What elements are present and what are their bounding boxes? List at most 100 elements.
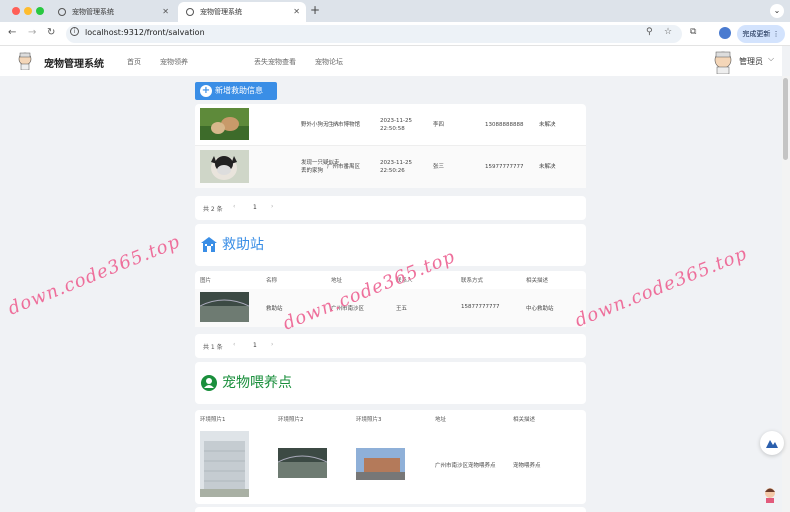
column-header: 联系方式 [461, 278, 484, 284]
column-header: 相关描述 [526, 278, 549, 284]
environment-photo [200, 431, 249, 497]
update-button[interactable]: 完成更新 ⋮ [737, 25, 785, 43]
nav-item-home[interactable]: 首页 [127, 57, 141, 67]
table-row[interactable]: 救助站 广州市南沙区 王五 15877777777 中心救助站 [195, 289, 586, 327]
watermark: down.code365.top [5, 231, 184, 320]
feeding-table: 环境照片1 环境照片2 环境照片3 地址 相关描述 广州市南沙区宠物喂养点 宠物… [195, 410, 586, 504]
next-section-card [195, 507, 586, 512]
page-number[interactable]: 1 [253, 204, 257, 211]
feeding-desc: 宠物喂养点 [513, 463, 541, 469]
tab-title: 宠物管理系统 [200, 8, 242, 16]
feeding-address: 广州市南沙区宠物喂养点 [435, 463, 496, 469]
rescue-status: 未解决 [539, 121, 556, 128]
column-header: 名称 [266, 278, 278, 284]
rescue-location: 广州市博物馆 [327, 121, 361, 128]
pagination-total: 共 1 条 [203, 344, 223, 351]
globe-icon [186, 8, 194, 16]
next-page-icon[interactable]: › [271, 341, 273, 348]
add-rescue-label: 新增救助信息 [215, 86, 263, 95]
scrollbar-thumb[interactable] [783, 78, 788, 160]
column-header: 图片 [200, 278, 212, 284]
prev-page-icon[interactable]: ‹ [233, 341, 235, 348]
pagination: 共 1 条 ‹ 1 › [195, 334, 586, 358]
watermark: down.code365.top [572, 243, 751, 332]
prev-page-icon[interactable]: ‹ [233, 203, 235, 210]
table-row[interactable]: 广州市南沙区宠物喂养点 宠物喂养点 [195, 428, 586, 504]
floating-assistant-button[interactable] [760, 431, 784, 455]
browser-toolbar: ← → ↻ i localhost:9312/front/salvation ⚲… [0, 22, 790, 46]
close-tab-icon[interactable]: ✕ [162, 2, 169, 22]
column-header: 环境照片2 [278, 417, 304, 423]
station-desc: 中心救助站 [526, 306, 554, 312]
address-bar[interactable]: i localhost:9312/front/salvation ⚲ ☆ [66, 25, 682, 43]
rescue-phone: 15977777777 [485, 163, 524, 170]
avatar[interactable] [712, 50, 734, 74]
rescue-location: 广州市番禺区 [327, 163, 361, 170]
browser-tab-active[interactable]: 宠物管理系统 ✕ [178, 2, 306, 22]
next-page-icon[interactable]: › [271, 203, 273, 210]
browser-tab[interactable]: 宠物管理系统 ✕ [50, 2, 175, 22]
rescue-phone: 13088888888 [485, 121, 524, 128]
column-header: 环境照片3 [356, 417, 382, 423]
environment-photo [356, 448, 405, 480]
section-title: 救助站 [222, 237, 264, 253]
rescue-list-table: 野外小狗无主人 广州市博物馆 2023-11-25 22:50:58 李四 13… [195, 104, 586, 188]
forward-icon[interactable]: → [28, 27, 36, 38]
profile-icon[interactable] [719, 27, 731, 39]
nav-item-adoption[interactable]: 宠物领养 [160, 57, 188, 67]
extensions-icon[interactable]: ⧉ [690, 27, 696, 37]
home-icon [201, 237, 217, 252]
site-info-icon[interactable]: i [70, 27, 79, 36]
section-title: 宠物喂养点 [222, 375, 292, 391]
mountain-icon [766, 440, 778, 448]
pagination-total: 共 2 条 [203, 206, 223, 213]
new-tab-button[interactable]: + [310, 3, 320, 17]
column-header: 地址 [435, 417, 447, 423]
table-row[interactable]: 野外小狗无主人 广州市博物馆 2023-11-25 22:50:58 李四 13… [195, 104, 586, 146]
plus-icon: + [200, 85, 212, 97]
rescue-contact: 张三 [433, 163, 445, 170]
station-photo [200, 292, 249, 322]
assistant-avatar[interactable] [763, 487, 777, 503]
rescue-time: 2023-11-25 22:50:58 [380, 117, 412, 132]
add-rescue-button[interactable]: + 新增救助信息 [195, 82, 277, 100]
tab-search-button[interactable]: ⌄ [770, 4, 784, 18]
feeding-point-icon [201, 375, 217, 391]
reload-icon[interactable]: ↻ [47, 27, 55, 38]
window-zoom-button[interactable] [36, 7, 44, 15]
site-header: 宠物管理系统 首页 宠物领养 丢失宠物查看 宠物论坛 管理员 ⌵ [0, 46, 782, 76]
environment-photo [278, 448, 327, 478]
rescue-photo [200, 150, 249, 183]
rescue-time: 2023-11-25 22:50:26 [380, 159, 412, 174]
station-section-header: 救助站 [195, 224, 586, 266]
rescue-photo [200, 108, 249, 140]
station-phone: 15877777777 [461, 304, 500, 310]
logo-icon [18, 52, 32, 70]
bookmark-star-icon[interactable]: ☆ [664, 27, 672, 37]
back-icon[interactable]: ← [8, 27, 16, 38]
window-close-button[interactable] [12, 7, 20, 15]
pagination: 共 2 条 ‹ 1 › [195, 196, 586, 220]
station-contact: 王五 [396, 306, 408, 312]
page-number[interactable]: 1 [253, 342, 257, 349]
nav-item-forum[interactable]: 宠物论坛 [315, 57, 343, 67]
site-title: 宠物管理系统 [44, 59, 104, 70]
station-name: 救助站 [266, 306, 283, 312]
zoom-icon[interactable]: ⚲ [646, 27, 653, 37]
window-minimize-button[interactable] [24, 7, 32, 15]
table-header: 环境照片1 环境照片2 环境照片3 地址 相关描述 [195, 410, 586, 428]
column-header: 相关描述 [513, 417, 536, 423]
column-header: 地址 [331, 278, 343, 284]
rescue-contact: 李四 [433, 121, 445, 128]
tab-title: 宠物管理系统 [72, 8, 114, 16]
table-row[interactable]: 发现一只疑似走丢的家狗 广州市番禺区 2023-11-25 22:50:26 张… [195, 146, 586, 188]
url-text: localhost:9312/front/salvation [85, 28, 205, 37]
close-tab-icon[interactable]: ✕ [293, 2, 300, 22]
nav-item-lost-pets[interactable]: 丢失宠物查看 [254, 57, 296, 67]
chevron-down-icon[interactable]: ⌵ [768, 54, 774, 64]
feeding-section-header: 宠物喂养点 [195, 362, 586, 404]
column-header: 环境照片1 [200, 417, 226, 423]
rescue-status: 未解决 [539, 163, 556, 170]
user-name[interactable]: 管理员 [739, 56, 763, 67]
update-label: 完成更新 [742, 30, 771, 38]
